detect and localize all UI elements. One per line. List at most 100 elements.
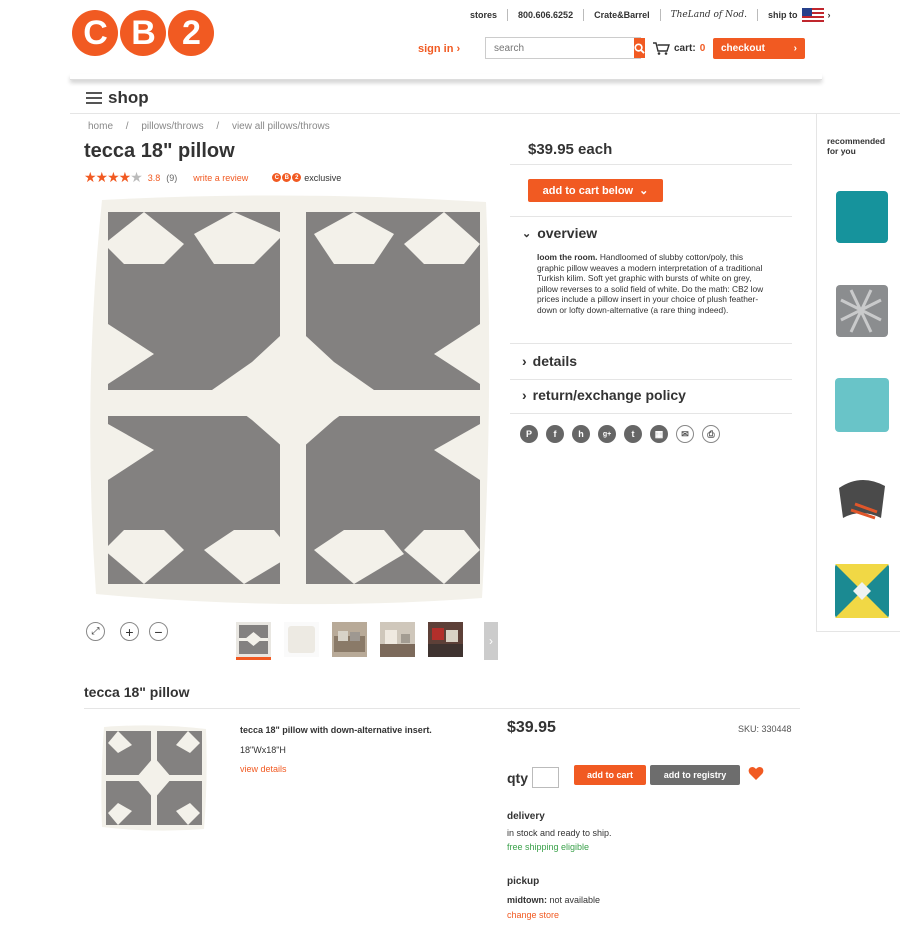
chevron-down-icon: ⌄	[522, 227, 532, 240]
phone-link[interactable]: 800.606.6252	[518, 10, 573, 20]
recommended-grey-knot-pillow[interactable]	[831, 280, 893, 342]
stores-link[interactable]: stores	[470, 10, 497, 20]
thumbnail-5[interactable]	[428, 622, 463, 657]
overview-heading: overview	[537, 225, 598, 241]
search-input[interactable]	[486, 38, 634, 58]
cb2-exclusive-badge: CB2 exclusive	[272, 173, 341, 183]
zoom-in-button[interactable]: +	[120, 622, 139, 641]
thumbnail-4[interactable]	[380, 622, 415, 657]
item-dimensions: 18"Wx18"H	[240, 745, 286, 755]
return-policy-toggle[interactable]: › return/exchange policy	[522, 387, 686, 403]
grid-icon[interactable]: ▦	[650, 425, 668, 443]
qty-label: qty	[507, 769, 528, 786]
return-policy-heading: return/exchange policy	[532, 387, 686, 403]
googleplus-icon[interactable]: g+	[598, 425, 616, 443]
cb2-logo[interactable]: C B 2	[72, 10, 214, 56]
pinterest-icon[interactable]: P	[520, 425, 538, 443]
shop-divider	[70, 113, 900, 114]
twitter-icon[interactable]: t	[624, 425, 642, 443]
chevron-right-icon: ›	[489, 634, 493, 648]
expand-icon: ⤢	[91, 626, 100, 637]
write-review-link[interactable]: write a review	[193, 173, 248, 183]
review-count: (9)	[166, 172, 178, 183]
quantity-input[interactable]	[532, 767, 559, 788]
change-store-link[interactable]: change store	[507, 910, 559, 920]
chevron-right-icon: ›	[522, 387, 527, 403]
chevron-right-icon: ›	[827, 10, 831, 20]
overview-text: loom the room. Handloomed of slubby cott…	[537, 252, 772, 315]
cart-label: cart:	[674, 43, 696, 54]
land-of-nod-link[interactable]: TheLand of Nod.	[671, 10, 747, 20]
hamburger-icon	[86, 92, 102, 104]
search-box	[485, 37, 645, 59]
checkout-button[interactable]: checkout ›	[713, 38, 805, 59]
divider	[510, 164, 792, 165]
breadcrumb-home[interactable]: home	[88, 121, 113, 132]
sign-in-label: sign in	[418, 43, 454, 55]
quantity-group: qty	[507, 767, 559, 788]
email-icon[interactable]: ✉	[676, 425, 694, 443]
price-each: $39.95 each	[528, 141, 613, 158]
pickup-availability: not available	[547, 895, 601, 905]
item-name: tecca 18" pillow with down-alternative i…	[240, 725, 432, 735]
recommended-throw-blanket[interactable]	[831, 468, 893, 530]
star-rating[interactable]: ★★★★★	[84, 169, 143, 186]
recommended-aqua-pillow[interactable]	[831, 374, 893, 436]
plus-icon: +	[125, 623, 134, 640]
view-details-link[interactable]: view details	[240, 764, 287, 774]
checkout-label: checkout	[721, 43, 765, 54]
add-to-registry-button[interactable]: add to registry	[650, 765, 740, 785]
search-button[interactable]	[634, 38, 645, 58]
minus-icon: −	[154, 623, 163, 640]
fullscreen-button[interactable]: ⤢	[86, 622, 105, 641]
shop-label: shop	[108, 88, 149, 107]
add-to-cart-button[interactable]: add to cart	[574, 765, 646, 785]
mini-logo-icon: CB2	[272, 173, 302, 182]
chevron-right-icon: ›	[793, 43, 797, 54]
chevron-right-icon: ›	[522, 353, 527, 369]
recommended-heading: recommended for you	[827, 136, 886, 156]
breadcrumb-pillows-throws[interactable]: pillows/throws	[141, 121, 203, 132]
ship-to-link[interactable]: ship to ›	[768, 8, 831, 22]
thumbnails-next-button[interactable]: ›	[484, 622, 498, 660]
thumbnail-1[interactable]	[236, 622, 271, 660]
favorite-heart-icon[interactable]	[748, 766, 764, 781]
overview-toggle[interactable]: ⌄ overview	[522, 225, 597, 241]
page-title: tecca 18" pillow	[84, 140, 235, 162]
recommended-teal-pillow[interactable]	[831, 186, 893, 248]
houzz-icon[interactable]: h	[572, 425, 590, 443]
cart-link[interactable]: cart: 0	[653, 42, 705, 55]
divider	[510, 216, 792, 217]
shop-menu-button[interactable]: shop	[86, 88, 149, 108]
sign-in-link[interactable]: sign in ›	[418, 43, 460, 55]
pickup-heading: pickup	[507, 876, 540, 887]
divider	[84, 708, 800, 709]
recommended-yellow-pillow[interactable]	[831, 560, 893, 622]
chevron-right-icon: ›	[456, 43, 461, 55]
rating-value[interactable]: 3.8	[148, 173, 161, 183]
breadcrumb: home / pillows/throws / view all pillows…	[88, 121, 330, 132]
product-main-image[interactable]	[84, 194, 500, 608]
item-image[interactable]	[98, 723, 210, 833]
cart-icon	[653, 42, 670, 55]
add-to-cart-below-button[interactable]: add to cart below ⌄	[528, 179, 663, 202]
thumbnail-2[interactable]	[284, 622, 319, 657]
details-toggle[interactable]: › details	[522, 353, 577, 369]
exclusive-label: exclusive	[304, 172, 342, 183]
breadcrumb-view-all[interactable]: view all pillows/throws	[232, 121, 330, 132]
divider	[510, 413, 792, 414]
crate-barrel-link[interactable]: Crate&Barrel	[594, 10, 650, 20]
rating-row: ★★★★★ 3.8 (9) write a review CB2 exclusi…	[84, 169, 341, 186]
print-icon[interactable]: ⎙	[702, 425, 720, 443]
zoom-out-button[interactable]: −	[149, 622, 168, 641]
item-sku: SKU: 330448	[738, 724, 792, 734]
thumbnail-3[interactable]	[332, 622, 367, 657]
free-shipping-label: free shipping eligible	[507, 842, 590, 852]
logo-letter-b: B	[120, 10, 166, 56]
logo-letter-c: C	[72, 10, 118, 56]
facebook-icon[interactable]: f	[546, 425, 564, 443]
logo-letter-2: 2	[168, 10, 214, 56]
overview-lead: loom the room.	[537, 252, 598, 262]
pickup-store: midtown:	[507, 895, 547, 905]
item-price: $39.95	[507, 719, 556, 736]
